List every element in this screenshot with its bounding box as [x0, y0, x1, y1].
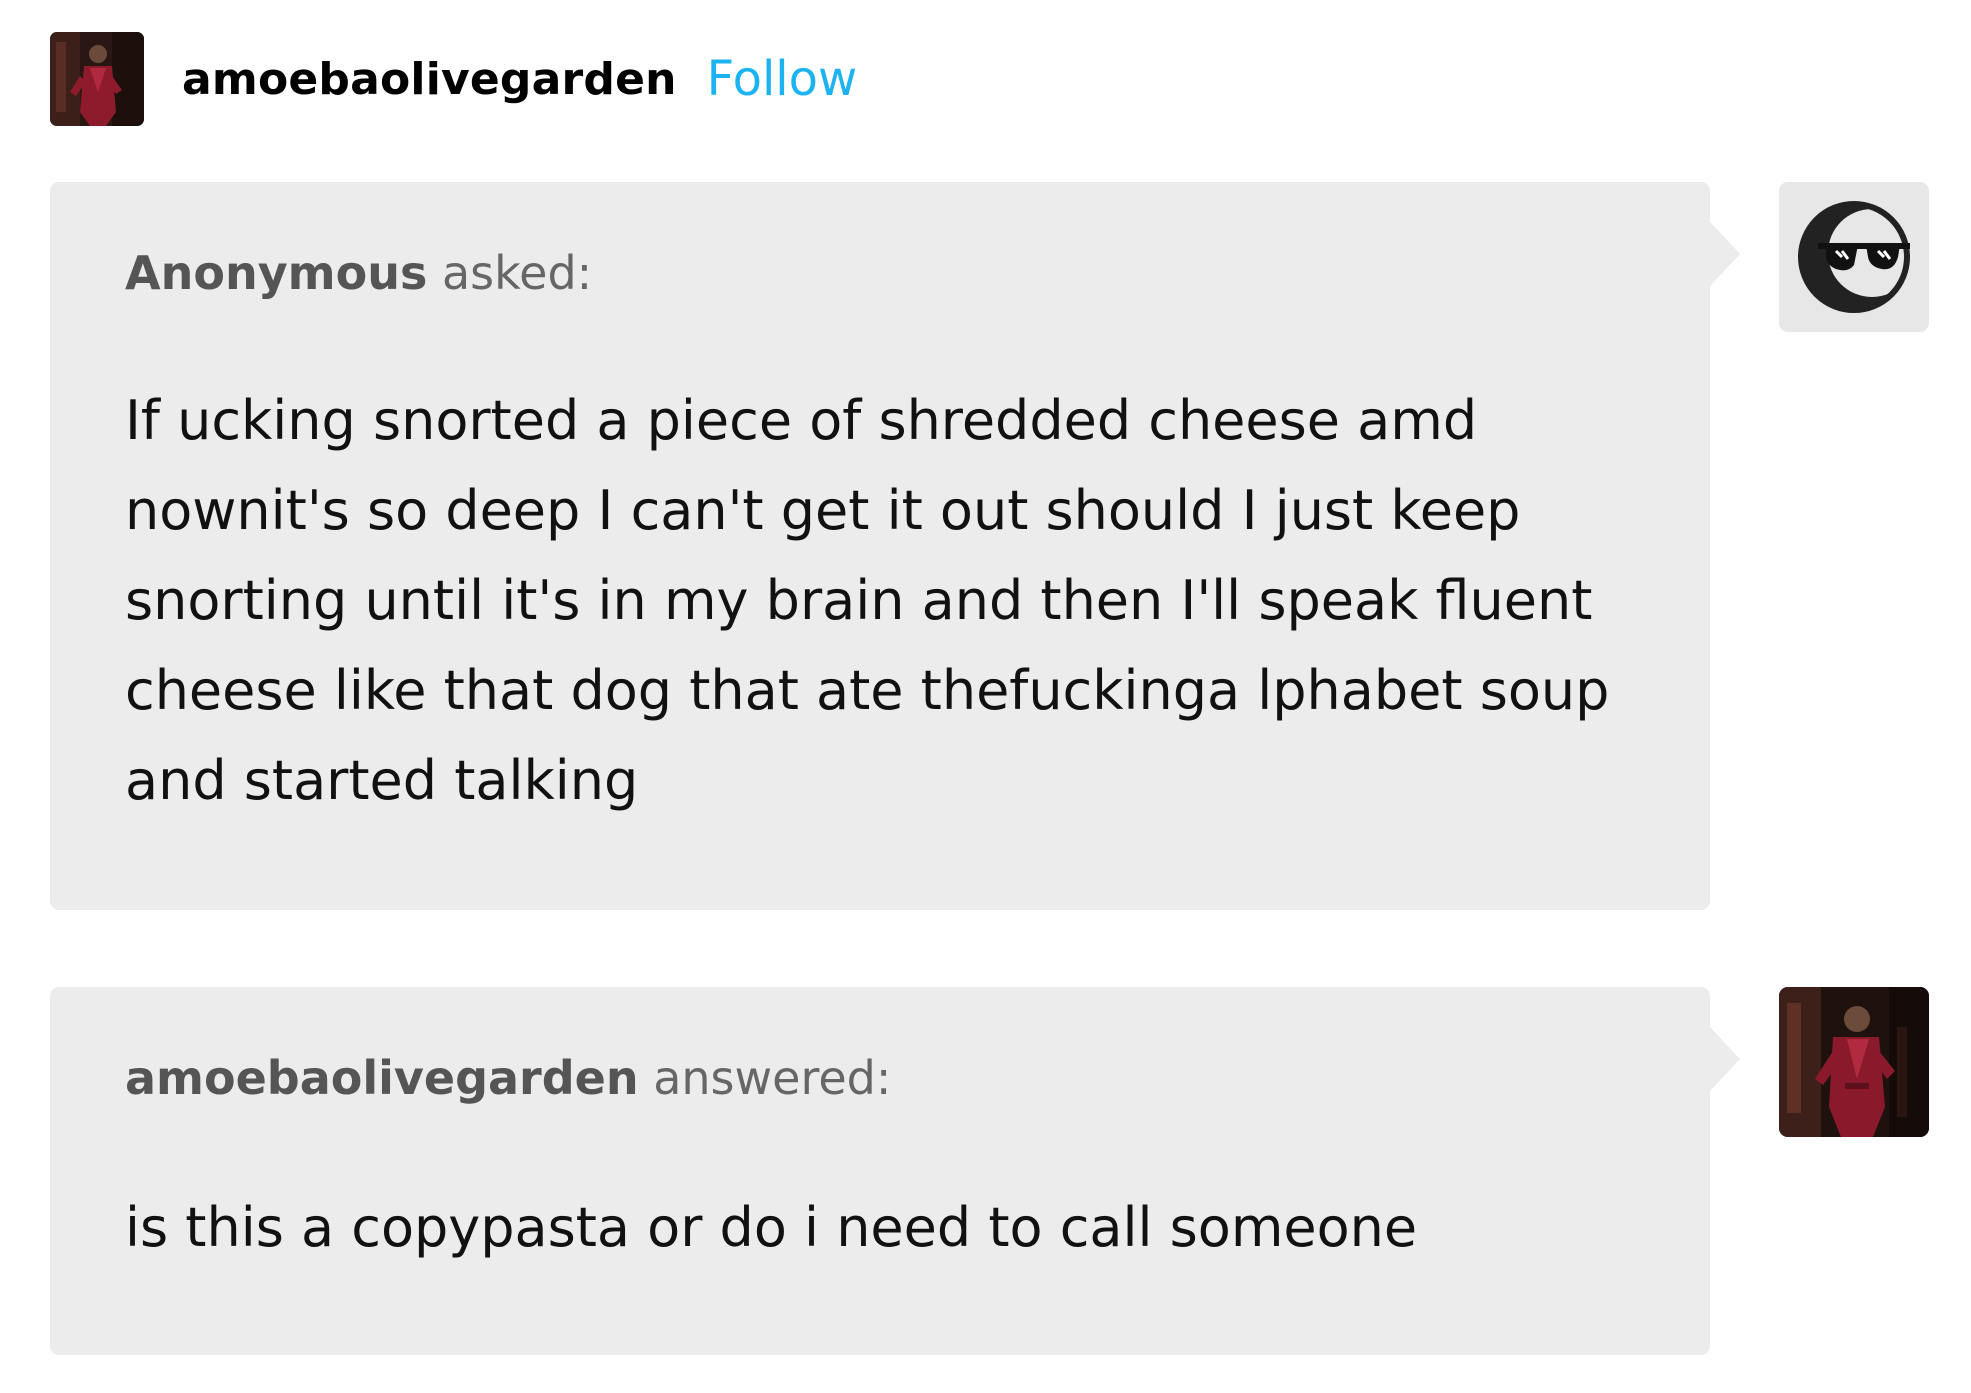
anonymous-avatar [1779, 182, 1929, 332]
question-text: If ucking snorted a piece of shredded ch… [125, 388, 1610, 812]
answer-attribution: amoebaolivegarden answered: [125, 1049, 1635, 1109]
asker-name: Anonymous [125, 246, 428, 300]
answerer-name[interactable]: amoebaolivegarden [125, 1051, 639, 1105]
blog-name-link[interactable]: amoebaolivegarden [182, 54, 677, 105]
anonymous-sunglasses-icon [1798, 201, 1912, 313]
answer-text: is this a copypasta or do i need to call… [125, 1195, 1418, 1259]
ask-verb: asked: [441, 246, 593, 300]
post: amoebaolivegarden Follow Anonymous asked… [0, 0, 1971, 1393]
answerer-avatar[interactable] [1779, 987, 1929, 1137]
avatar-photo [50, 32, 144, 126]
answer-bubble: amoebaolivegarden answered: is this a co… [50, 987, 1740, 1355]
ask-bubble: Anonymous asked: If ucking snorted a pie… [50, 182, 1740, 910]
blog-avatar[interactable] [50, 32, 144, 126]
follow-button[interactable]: Follow [707, 51, 858, 107]
answer-verb: answered: [653, 1051, 892, 1105]
user-photo-avatar [1779, 987, 1929, 1137]
post-header: amoebaolivegarden Follow [50, 32, 857, 126]
ask-attribution: Anonymous asked: [125, 244, 1635, 304]
